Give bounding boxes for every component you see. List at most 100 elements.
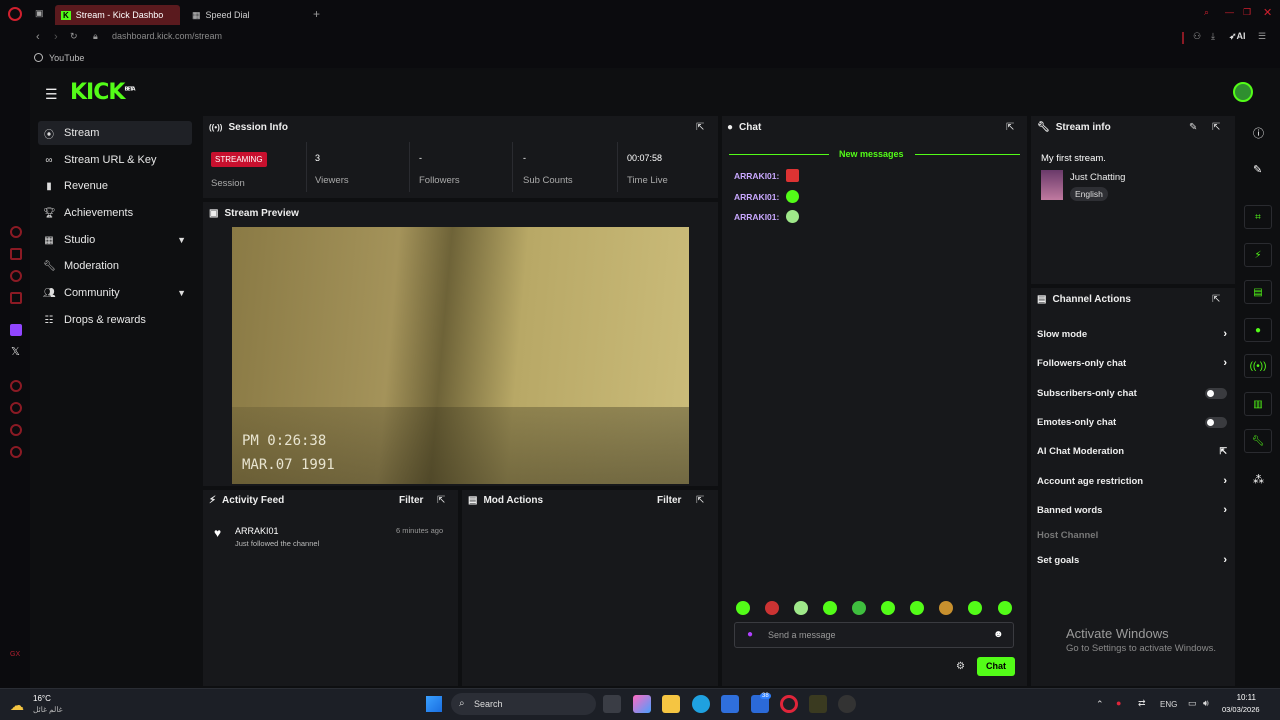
menu-icon[interactable]: ☰: [1258, 31, 1266, 42]
avatar[interactable]: [1233, 82, 1253, 102]
forward-icon[interactable]: ›: [54, 31, 58, 43]
taskbar-search[interactable]: [451, 693, 596, 715]
clock-time[interactable]: 10:11: [1222, 693, 1256, 702]
subscribers-only-toggle[interactable]: [1205, 387, 1227, 399]
tray-app-icon[interactable]: ●: [1116, 698, 1121, 708]
profile-icon[interactable]: ⚇: [1193, 31, 1201, 42]
download-icon[interactable]: ⤓: [1211, 31, 1215, 42]
maximize-icon[interactable]: ❐: [1243, 7, 1251, 18]
clock-date[interactable]: 03/03/2026: [1222, 705, 1268, 714]
copilot-icon[interactable]: [633, 695, 651, 713]
ai-moderation-item[interactable]: AI Chat Moderation ⇱: [1037, 441, 1227, 461]
popout-icon[interactable]: ⇱: [1006, 122, 1014, 133]
history-icon[interactable]: [10, 402, 22, 414]
weather-icon[interactable]: ☁: [10, 697, 24, 714]
chat-username[interactable]: ARRAKI01:: [734, 171, 779, 181]
sidebar-app-icon[interactable]: [10, 226, 22, 238]
tab-kick-dashboard[interactable]: K Stream - Kick Dashbo: [55, 5, 180, 25]
sidebar-app-icon[interactable]: [10, 380, 22, 392]
task-view-icon[interactable]: [603, 695, 621, 713]
emoji-icon[interactable]: ☻: [993, 629, 1004, 640]
emote-icon[interactable]: [910, 601, 924, 615]
edge-icon[interactable]: [692, 695, 710, 713]
gear-icon[interactable]: ⚙: [956, 661, 965, 672]
popout-icon[interactable]: ⇱: [1212, 122, 1220, 133]
emote-icon[interactable]: [968, 601, 982, 615]
file-explorer-icon[interactable]: [662, 695, 680, 713]
new-tab-button[interactable]: +: [313, 7, 320, 21]
sidebar-item-stream[interactable]: ⦿ Stream: [38, 121, 192, 145]
opera-gx-icon[interactable]: [780, 695, 798, 713]
emote-icon[interactable]: [765, 601, 779, 615]
chat-icon[interactable]: ●: [1244, 318, 1272, 342]
tab-search-icon[interactable]: ⌕: [1204, 7, 1209, 18]
sidebar-app-icon[interactable]: [10, 270, 22, 282]
category-thumbnail[interactable]: [1041, 170, 1063, 200]
account-age-item[interactable]: Account age restriction ›: [1037, 471, 1227, 491]
chevron-up-icon[interactable]: ⌃: [1096, 699, 1104, 710]
emotes-only-toggle[interactable]: [1205, 416, 1227, 428]
emote-icon[interactable]: [852, 601, 866, 615]
sidebar-item-revenue[interactable]: ▮ Revenue: [38, 174, 192, 198]
broadcast-icon[interactable]: ((•)): [1244, 354, 1272, 378]
sidebar-item-community[interactable]: 👥︎ Community ▼: [38, 281, 192, 305]
set-goals-item[interactable]: Set goals ›: [1037, 550, 1227, 570]
settings-icon[interactable]: [10, 446, 22, 458]
windows-start-icon[interactable]: [426, 696, 442, 712]
back-icon[interactable]: ‹: [36, 31, 40, 43]
emote-icon[interactable]: [736, 601, 750, 615]
volume-icon[interactable]: 🔊︎: [1203, 698, 1209, 709]
workspaces-icon[interactable]: ▣: [35, 8, 44, 19]
hamburger-icon[interactable]: ☰: [45, 86, 58, 103]
pencil-icon[interactable]: ✎: [1253, 163, 1262, 176]
followers-only-item[interactable]: Followers-only chat ›: [1037, 353, 1227, 373]
sidebar-item-achievements[interactable]: 🏆︎ Achievements: [38, 201, 192, 225]
popout-icon[interactable]: ⇱: [696, 122, 704, 133]
sidebar-app-icon[interactable]: [10, 424, 22, 436]
slow-mode-item[interactable]: Slow mode ›: [1037, 324, 1227, 344]
stream-category[interactable]: Just Chatting: [1070, 172, 1125, 183]
store-icon[interactable]: [721, 695, 739, 713]
chat-username[interactable]: ARRAKI01:: [734, 192, 779, 202]
popout-icon[interactable]: ⇱: [1212, 294, 1220, 305]
info-icon[interactable]: ⓘ: [1253, 125, 1264, 141]
scan-icon[interactable]: ⌗: [1244, 205, 1272, 229]
emote-icon[interactable]: [823, 601, 837, 615]
emote-icon[interactable]: [998, 601, 1012, 615]
filter-button[interactable]: Filter: [399, 495, 423, 506]
emote-icon[interactable]: [794, 601, 808, 615]
document-icon[interactable]: ▤: [1244, 280, 1272, 304]
sidebar-item-stream-url[interactable]: ∞ Stream URL & Key: [38, 148, 192, 172]
minimize-icon[interactable]: —: [1225, 7, 1234, 17]
stream-video[interactable]: PM 0:26:38 MAR.07 1991: [232, 227, 689, 484]
filter-button[interactable]: Filter: [657, 495, 681, 506]
gx-icon[interactable]: GX: [10, 651, 20, 658]
microphone-icon[interactable]: ●: [747, 629, 753, 640]
tray-app-icon[interactable]: ⇄: [1138, 698, 1146, 709]
tab-speed-dial[interactable]: ▦ Speed Dial: [186, 5, 306, 25]
apps-icon[interactable]: ⁂: [1253, 473, 1264, 486]
ai-button[interactable]: ➶AI: [1229, 31, 1246, 42]
chat-username[interactable]: ARRAKI01:: [734, 212, 779, 222]
popout-icon[interactable]: ⇱: [696, 495, 704, 506]
twitch-icon[interactable]: [10, 324, 22, 336]
language-indicator[interactable]: ENG: [1160, 700, 1177, 709]
sidebar-app-icon[interactable]: [10, 292, 22, 304]
sidebar-item-drops[interactable]: ☷ Drops & rewards: [38, 308, 192, 332]
app-icon[interactable]: [838, 695, 856, 713]
emote-icon[interactable]: [881, 601, 895, 615]
activity-user[interactable]: ARRAKI01: [235, 526, 279, 536]
url-field[interactable]: dashboard.kick.com/stream: [112, 31, 222, 41]
close-icon[interactable]: ✕: [1263, 6, 1272, 19]
emote-icon[interactable]: [939, 601, 953, 615]
layout-icon[interactable]: ▥: [1244, 392, 1272, 416]
sidebar-item-studio[interactable]: ▦ Studio ▼: [38, 228, 192, 252]
kick-logo[interactable]: KICKBETA: [70, 80, 136, 105]
app-icon[interactable]: [809, 695, 827, 713]
wrench-icon[interactable]: 🔧︎: [1244, 429, 1272, 453]
banned-words-item[interactable]: Banned words ›: [1037, 500, 1227, 520]
popout-icon[interactable]: ⇱: [437, 495, 445, 506]
network-icon[interactable]: ▭: [1188, 698, 1197, 709]
opera-logo-icon[interactable]: [8, 7, 22, 21]
reload-icon[interactable]: ↻: [70, 31, 78, 42]
